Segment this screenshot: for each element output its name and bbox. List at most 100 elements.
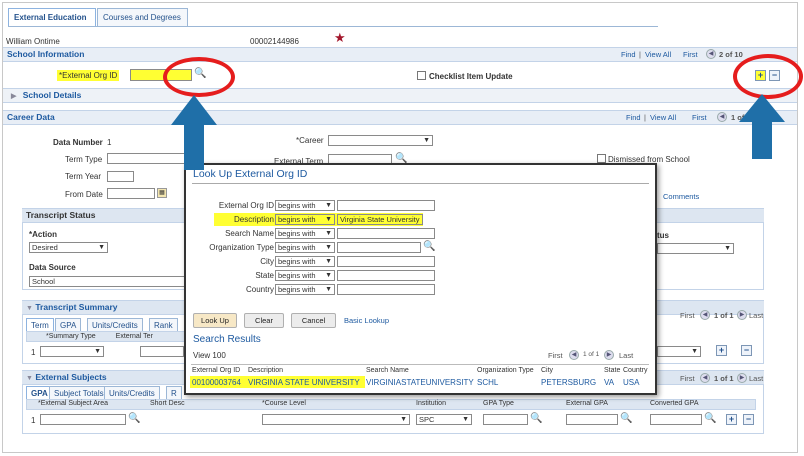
- term-type-label: Term Type: [65, 155, 103, 164]
- prev-icon[interactable]: ◀: [706, 49, 716, 60]
- lookup-input-description[interactable]: Virginia State University: [337, 214, 423, 225]
- lookup-op-search-name[interactable]: begins with ▼: [275, 228, 335, 239]
- summary-prev-icon[interactable]: ◀: [700, 310, 710, 321]
- result-description[interactable]: VIRGINIA STATE UNIVERSITY: [248, 378, 360, 387]
- career-label: *Career: [296, 136, 324, 145]
- tab-subject-totals[interactable]: Subject Totals: [49, 386, 109, 399]
- checklist-label: Checklist Item Update: [429, 72, 513, 81]
- summary-right-select[interactable]: ▼: [657, 346, 701, 357]
- col-country: Country: [623, 367, 648, 374]
- lookup-input-city[interactable]: [337, 256, 435, 267]
- result-ext-org-id[interactable]: 00100003764: [192, 378, 241, 387]
- tab-rank[interactable]: Rank: [149, 318, 178, 331]
- results-prev-icon[interactable]: ◀: [569, 350, 579, 361]
- summary-last-link[interactable]: Last: [749, 311, 763, 320]
- summary-row-number: 1: [31, 348, 36, 357]
- lookup-input-search-name[interactable]: [337, 228, 435, 239]
- result-search-name[interactable]: VIRGINIASTATEUNIVERSITY: [366, 378, 474, 387]
- tab-subject-units[interactable]: Units/Credits: [104, 386, 160, 399]
- term-year-input[interactable]: [107, 171, 134, 182]
- tab-divider: [8, 26, 658, 27]
- external-gpa-lookup-icon[interactable]: 🔍: [620, 413, 632, 424]
- col-state: State: [604, 367, 621, 374]
- results-next-icon[interactable]: ▶: [604, 350, 614, 361]
- career-find-link[interactable]: Find: [626, 113, 641, 122]
- course-level-select[interactable]: ▼: [262, 414, 410, 425]
- from-date-label: From Date: [65, 190, 103, 199]
- action-select[interactable]: Desired ▼: [29, 242, 108, 253]
- school-details-header[interactable]: ▶ School Details: [3, 88, 797, 103]
- red-circle-annotation-add: [733, 54, 803, 99]
- col-gpa-type: GPA Type: [483, 400, 514, 407]
- lookup-op-state[interactable]: begins with ▼: [275, 270, 335, 281]
- gpa-type-lookup-icon[interactable]: 🔍: [530, 413, 542, 424]
- data-source-field[interactable]: School: [29, 276, 186, 287]
- summary-next-icon[interactable]: ▶: [737, 310, 747, 321]
- result-state[interactable]: VA: [604, 378, 614, 387]
- tab-term[interactable]: Term: [26, 318, 54, 331]
- from-date-input[interactable]: [107, 188, 155, 199]
- subjects-last-link[interactable]: Last: [749, 374, 763, 383]
- converted-gpa-lookup-icon[interactable]: 🔍: [704, 413, 716, 424]
- result-country[interactable]: USA: [623, 378, 639, 387]
- view-all-link[interactable]: View All: [645, 50, 671, 59]
- tab-units-credits[interactable]: Units/Credits: [87, 318, 143, 331]
- subjects-delete-button[interactable]: −: [743, 414, 754, 425]
- external-gpa-input[interactable]: [566, 414, 618, 425]
- lookup-input-ext-org-id[interactable]: [337, 200, 435, 211]
- lookup-title-rule: [192, 183, 649, 184]
- results-first-link[interactable]: First: [548, 351, 563, 360]
- career-view-all-link[interactable]: View All: [650, 113, 676, 122]
- lookup-op-city[interactable]: begins with ▼: [275, 256, 335, 267]
- status-select[interactable]: ▼: [657, 243, 734, 254]
- result-org-type[interactable]: SCHL: [477, 378, 498, 387]
- calendar-icon[interactable]: ▦: [157, 188, 167, 198]
- lookup-op-ext-org-id[interactable]: begins with ▼: [275, 200, 335, 211]
- lookup-input-org-type[interactable]: [337, 242, 421, 253]
- basic-lookup-link[interactable]: Basic Lookup: [344, 316, 389, 325]
- summary-add-button[interactable]: +: [716, 345, 727, 356]
- person-name: William Ontime: [6, 37, 60, 46]
- summary-external-term-input[interactable]: [140, 346, 184, 357]
- subjects-first-link[interactable]: First: [680, 374, 695, 383]
- summary-type-select[interactable]: ▼: [40, 346, 104, 357]
- subject-area-lookup-icon[interactable]: 🔍: [128, 413, 140, 424]
- gpa-type-input[interactable]: [483, 414, 528, 425]
- summary-delete-button[interactable]: −: [741, 345, 752, 356]
- lookup-button[interactable]: Look Up: [193, 313, 237, 328]
- comments-link[interactable]: Comments: [663, 192, 699, 201]
- tab-courses-and-degrees[interactable]: Courses and Degrees: [97, 8, 188, 26]
- subjects-next-icon[interactable]: ▶: [737, 373, 747, 384]
- status-label: tus: [657, 231, 669, 240]
- institution-select[interactable]: SPC ▼: [416, 414, 472, 425]
- summary-grid-header: *Summary Type External Ter: [26, 331, 186, 342]
- lookup-input-country[interactable]: [337, 284, 435, 295]
- career-first-link[interactable]: First: [692, 113, 707, 122]
- summary-first-link[interactable]: First: [680, 311, 695, 320]
- career-prev-icon[interactable]: ◀: [717, 112, 727, 123]
- clear-button[interactable]: Clear: [244, 313, 284, 328]
- subjects-add-button[interactable]: +: [726, 414, 737, 425]
- tab-external-education[interactable]: External Education: [8, 8, 96, 26]
- converted-gpa-input[interactable]: [650, 414, 702, 425]
- lookup-label-state: State: [255, 271, 274, 280]
- subject-area-input[interactable]: [40, 414, 126, 425]
- lookup-op-description[interactable]: begins with ▼: [275, 214, 335, 225]
- result-city[interactable]: PETERSBURG: [541, 378, 596, 387]
- view-100-link[interactable]: View 100: [193, 351, 226, 360]
- checklist-checkbox[interactable]: [417, 71, 426, 80]
- lookup-op-org-type[interactable]: begins with ▼: [275, 242, 335, 253]
- person-id: 00002144986: [250, 37, 299, 46]
- tab-subject-r[interactable]: R: [166, 386, 182, 399]
- first-link[interactable]: First: [683, 50, 698, 59]
- cancel-button[interactable]: Cancel: [291, 313, 336, 328]
- org-type-lookup-icon[interactable]: 🔍: [423, 241, 435, 252]
- dismissed-checkbox[interactable]: [597, 154, 606, 163]
- lookup-input-state[interactable]: [337, 270, 435, 281]
- lookup-op-country[interactable]: begins with ▼: [275, 284, 335, 295]
- subjects-prev-icon[interactable]: ◀: [700, 373, 710, 384]
- find-link[interactable]: Find: [621, 50, 636, 59]
- career-select[interactable]: ▼: [328, 135, 433, 146]
- tab-gpa[interactable]: GPA: [55, 318, 82, 331]
- results-last-link[interactable]: Last: [619, 351, 633, 360]
